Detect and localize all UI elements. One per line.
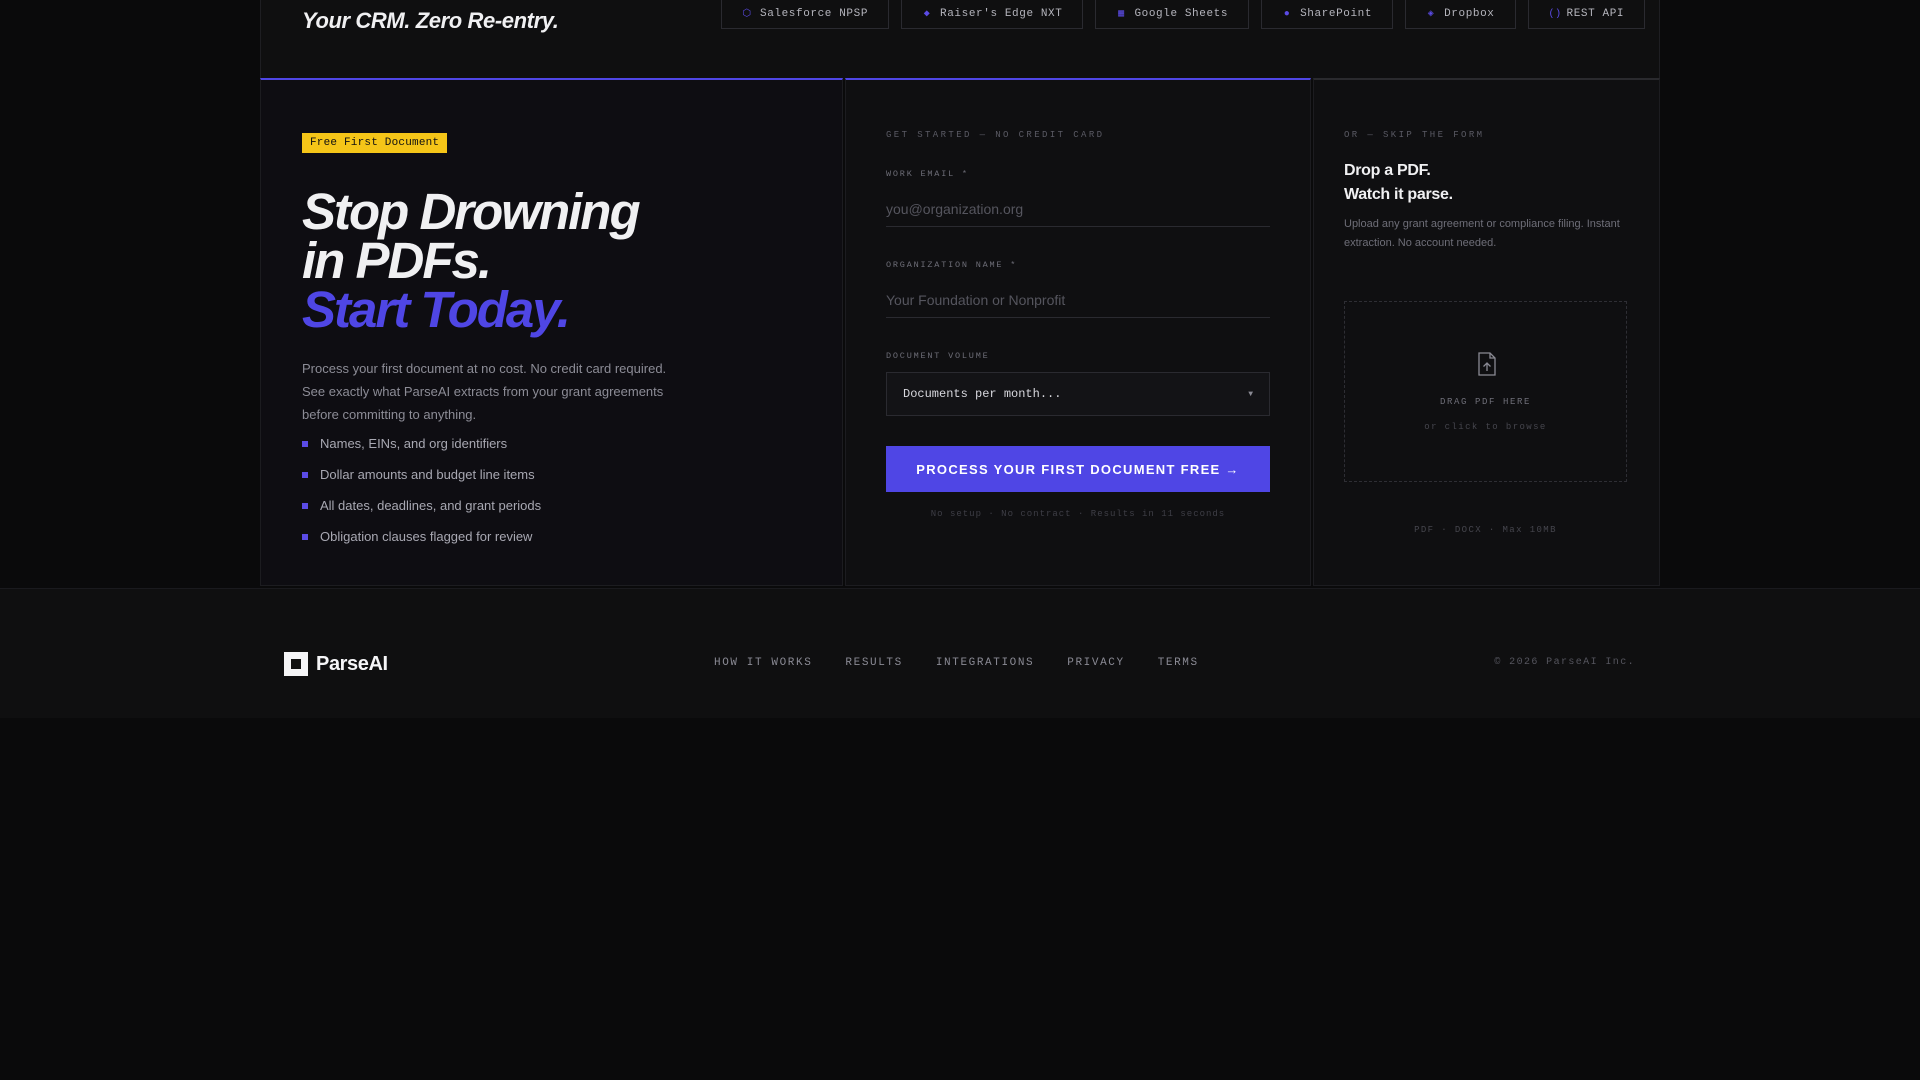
hero-line-3: Start Today. [302, 281, 571, 338]
footer-logo[interactable]: ParseAI [284, 652, 388, 676]
integration-label: Salesforce NPSP [760, 8, 869, 20]
footer-link-terms[interactable]: TERMS [1158, 657, 1199, 669]
chevron-down-icon: ▼ [1248, 389, 1253, 399]
bullet-square-icon [302, 533, 308, 540]
form-eyebrow: Get started — no credit card [886, 130, 1105, 140]
feature-list: Names, EINs, and org identifiers Dollar … [302, 428, 541, 552]
upload-description: Upload any grant agreement or compliance… [1344, 218, 1620, 249]
accepted-formats: PDF · DOCX · Max 10MB [1414, 525, 1557, 535]
form-fine-print: No setup · No contract · Results in 11 s… [930, 509, 1226, 519]
feature-text: Dollar amounts and budget line items [320, 467, 535, 482]
hero-description: Process your first document at no cost. … [302, 361, 667, 422]
integration-label: SharePoint [1300, 8, 1373, 20]
email-label: Work Email * [886, 169, 969, 179]
brand-name: ParseAI [316, 652, 388, 675]
document-volume-label: Document Volume [886, 351, 990, 361]
pdf-dropzone[interactable]: Drag PDF here or click to browse [1344, 301, 1627, 482]
dropbox-icon: ◈ [1427, 9, 1435, 20]
integration-chip-rest-api[interactable]: () REST API [1527, 0, 1646, 29]
tagline: Your CRM. Zero Re-entry. [302, 8, 559, 33]
bullet-square-icon [302, 502, 308, 509]
parseai-logo-icon [284, 652, 308, 676]
footer: ParseAI HOW IT WORKS RESULTS INTEGRATION… [0, 588, 1920, 718]
integration-label: Raiser's Edge NXT [940, 8, 1063, 20]
feature-text: Names, EINs, and org identifiers [320, 436, 508, 451]
submit-button[interactable]: PROCESS YOUR FIRST DOCUMENT FREE → [886, 446, 1270, 492]
copyright: © 2026 ParseAI Inc. [1494, 657, 1635, 668]
signup-form-panel: Get started — no credit card Work Email … [845, 78, 1311, 586]
footer-link-how-it-works[interactable]: HOW IT WORKS [714, 657, 812, 669]
footer-link-results[interactable]: RESULTS [845, 657, 902, 669]
hero-line-1: Stop Drowning [302, 183, 641, 240]
bullet-square-icon [302, 471, 308, 478]
raisers-edge-icon: ◆ [923, 9, 931, 20]
org-name-label: Organization Name * [886, 260, 1018, 270]
select-value: Documents per month... [903, 387, 1062, 401]
footer-link-privacy[interactable]: PRIVACY [1067, 657, 1124, 669]
free-badge: Free First Document [302, 133, 448, 153]
list-item: Dollar amounts and budget line items [302, 459, 541, 490]
upload-title-line-1: Drop a PDF. [1344, 162, 1431, 179]
integration-chip-sharepoint[interactable]: ● SharePoint [1261, 0, 1394, 29]
browse-link[interactable]: or click to browse [1345, 422, 1626, 432]
list-item: Names, EINs, and org identifiers [302, 428, 541, 459]
api-icon: () [1548, 8, 1562, 20]
bullet-square-icon [302, 440, 308, 447]
list-item: Obligation clauses flagged for review [302, 521, 541, 552]
sheets-icon: ▦ [1118, 9, 1125, 20]
footer-nav: HOW IT WORKS RESULTS INTEGRATIONS PRIVAC… [714, 657, 1199, 669]
hero-headline: Stop Drowning in PDFs. Start Today. [302, 183, 802, 338]
hero-line-2: in PDFs. [302, 232, 492, 289]
email-field[interactable] [886, 191, 1270, 227]
upload-title-line-2: Watch it parse. [1344, 186, 1453, 203]
integration-label: Dropbox [1444, 8, 1495, 20]
document-volume-select[interactable]: Documents per month... ▼ [886, 372, 1270, 416]
integration-label: Google Sheets [1134, 8, 1229, 20]
sharepoint-icon: ● [1283, 8, 1291, 20]
integrations-list: ⬡ Salesforce NPSP ◆ Raiser's Edge NXT ▦ … [721, 0, 1646, 29]
upload-title: Drop a PDF. Watch it parse. [1344, 159, 1453, 207]
main-section: Free First Document Stop Drowning in PDF… [260, 78, 1660, 586]
file-upload-icon [1478, 352, 1496, 376]
dropzone-label: Drag PDF here [1439, 397, 1531, 407]
upload-panel: Or — skip the form Drop a PDF. Watch it … [1313, 78, 1660, 586]
integration-label: REST API [1566, 8, 1625, 20]
integration-chip-google-sheets[interactable]: ▦ Google Sheets [1095, 0, 1250, 29]
salesforce-icon: ⬡ [742, 9, 752, 20]
feature-text: All dates, deadlines, and grant periods [320, 498, 542, 513]
hero-panel: Free First Document Stop Drowning in PDF… [260, 78, 843, 586]
feature-text: Obligation clauses flagged for review [320, 529, 533, 544]
org-name-field[interactable] [886, 282, 1270, 318]
integration-chip-salesforce[interactable]: ⬡ Salesforce NPSP [721, 0, 890, 29]
footer-link-integrations[interactable]: INTEGRATIONS [936, 657, 1034, 669]
integration-chip-dropbox[interactable]: ◈ Dropbox [1405, 0, 1516, 29]
list-item: All dates, deadlines, and grant periods [302, 490, 541, 521]
top-strip: Your CRM. Zero Re-entry. ⬡ Salesforce NP… [260, 0, 1660, 80]
upload-eyebrow: Or — skip the form [1344, 130, 1485, 140]
integration-chip-raisers-edge[interactable]: ◆ Raiser's Edge NXT [901, 0, 1084, 29]
